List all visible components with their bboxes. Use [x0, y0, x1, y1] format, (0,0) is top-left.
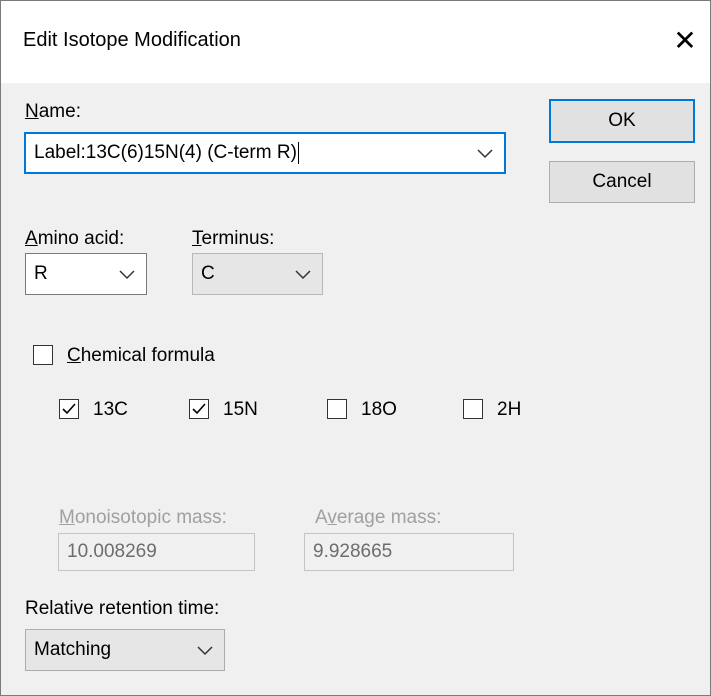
- close-icon[interactable]: ✕: [665, 21, 705, 61]
- average-mass-mnemonic: v: [327, 507, 337, 528]
- chemical-formula-text: hemical formula: [80, 345, 215, 366]
- monoisotopic-mass-mnemonic: M: [59, 507, 75, 528]
- retention-time-value: Matching: [34, 639, 112, 660]
- chevron-down-icon: [295, 270, 311, 280]
- isotope-13c-label[interactable]: 13C: [93, 399, 128, 421]
- chemical-formula-label[interactable]: Chemical formula: [67, 345, 215, 367]
- average-mass-label: Average mass:: [315, 507, 441, 529]
- terminus-label-mnemonic: T: [192, 228, 202, 249]
- isotope-2h-checkbox[interactable]: [463, 399, 483, 419]
- average-mass-value: 9.928665: [313, 541, 393, 562]
- terminus-value: C: [201, 263, 215, 284]
- name-label-mnemonic: N: [25, 101, 39, 122]
- isotope-15n-label[interactable]: 15N: [223, 399, 258, 421]
- terminus-select[interactable]: C: [192, 253, 323, 295]
- text-caret: [297, 141, 299, 164]
- chevron-down-icon: [119, 270, 135, 280]
- isotope-2h-label[interactable]: 2H: [497, 399, 521, 421]
- ok-button[interactable]: OK: [549, 99, 695, 143]
- average-mass-text: erage mass:: [336, 507, 442, 528]
- amino-acid-select[interactable]: R: [25, 253, 147, 295]
- title-bar: Edit Isotope Modification ✕: [1, 1, 710, 83]
- average-mass-prefix: A: [315, 507, 328, 528]
- name-label-text: ame:: [38, 101, 81, 122]
- name-value: Label:13C(6)15N(4) (C-term R): [34, 142, 297, 164]
- dialog-window: Edit Isotope Modification ✕ Name: Label:…: [0, 0, 711, 696]
- chevron-down-icon[interactable]: [476, 147, 494, 159]
- terminus-label: Terminus:: [192, 228, 274, 250]
- monoisotopic-mass-text: onoisotopic mass:: [74, 507, 227, 528]
- chemical-formula-checkbox[interactable]: [33, 345, 53, 365]
- amino-acid-label-text: mino acid:: [37, 228, 125, 249]
- isotope-18o-label[interactable]: 18O: [361, 399, 397, 421]
- dialog-title: Edit Isotope Modification: [23, 29, 241, 51]
- retention-time-label: Relative retention time:: [25, 598, 220, 619]
- checkmark-icon: [192, 403, 206, 415]
- retention-time-select[interactable]: Matching: [25, 629, 225, 671]
- checkmark-icon: [62, 403, 76, 415]
- chemical-formula-mnemonic: C: [67, 345, 81, 366]
- name-combobox[interactable]: Label:13C(6)15N(4) (C-term R): [24, 132, 506, 174]
- terminus-label-text: erminus:: [201, 228, 275, 249]
- monoisotopic-mass-field: 10.008269: [58, 533, 255, 571]
- monoisotopic-mass-label: Monoisotopic mass:: [59, 507, 227, 529]
- chevron-down-icon: [197, 646, 213, 656]
- isotope-15n-checkbox[interactable]: [189, 399, 209, 419]
- amino-acid-label: Amino acid:: [25, 228, 124, 250]
- amino-acid-value: R: [34, 263, 48, 284]
- monoisotopic-mass-value: 10.008269: [67, 541, 157, 562]
- isotope-18o-checkbox[interactable]: [327, 399, 347, 419]
- cancel-button[interactable]: Cancel: [549, 161, 695, 203]
- amino-acid-label-mnemonic: A: [25, 228, 38, 249]
- average-mass-field: 9.928665: [304, 533, 514, 571]
- name-label: Name:: [25, 101, 81, 123]
- isotope-13c-checkbox[interactable]: [59, 399, 79, 419]
- name-input[interactable]: Label:13C(6)15N(4) (C-term R): [34, 141, 299, 164]
